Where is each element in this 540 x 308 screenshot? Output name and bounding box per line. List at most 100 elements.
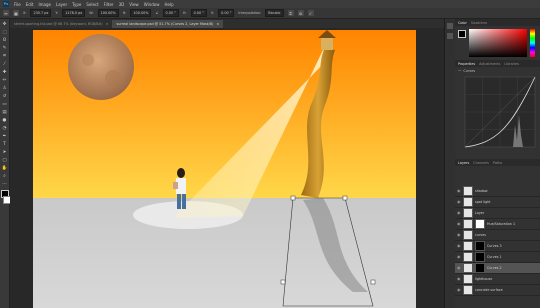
tab-adjustments[interactable]: Adjustments [479, 62, 500, 66]
layer-row[interactable]: ◉ concrete surface [455, 285, 540, 296]
transform-handle[interactable] [370, 279, 376, 285]
shape-tool-icon[interactable]: ▢ [2, 158, 8, 164]
visibility-eye-icon[interactable]: ◉ [457, 255, 461, 259]
zoom-tool-icon[interactable]: ⌕ [2, 174, 8, 180]
layer-name: concrete surface [475, 288, 503, 292]
visibility-eye-icon[interactable]: ◉ [457, 233, 461, 237]
h-label: H: [122, 11, 127, 15]
v-skew-field[interactable]: 0.00 ° [218, 9, 235, 17]
color-picker-field[interactable] [469, 29, 527, 57]
layer-thumbnail [463, 230, 473, 240]
path-select-icon[interactable]: ➤ [2, 150, 8, 156]
menu-type[interactable]: Type [72, 2, 81, 7]
tab-libraries[interactable]: Libraries [504, 62, 519, 66]
height-field[interactable]: 100.00% [130, 9, 152, 17]
visibility-eye-icon[interactable]: ◉ [457, 189, 461, 193]
tab-properties[interactable]: Properties [458, 62, 475, 66]
angle-field[interactable]: 0.00 ° [162, 9, 179, 17]
visibility-eye-icon[interactable]: ◉ [457, 288, 461, 292]
transform-handle[interactable] [280, 279, 286, 285]
visibility-eye-icon[interactable]: ◉ [457, 277, 461, 281]
marquee-tool-icon[interactable]: ⬚ [2, 30, 8, 36]
brush-tool-icon[interactable]: ✏ [2, 78, 8, 84]
hand-tool-icon[interactable]: ✋ [2, 166, 8, 172]
foreground-swatch[interactable] [458, 30, 466, 38]
layer-row[interactable]: ◉ Layer [455, 208, 540, 219]
x-field[interactable]: 235.7 px [30, 9, 52, 17]
transform-handle[interactable] [342, 195, 348, 201]
menu-select[interactable]: Select [86, 2, 98, 7]
layer-name: Curves 3 [487, 244, 502, 248]
visibility-eye-icon[interactable]: ◉ [457, 211, 461, 215]
layer-row[interactable]: ◉ Curves 1 [455, 252, 540, 263]
layer-row[interactable]: ◉ spot light [455, 197, 540, 208]
hue-slider[interactable] [530, 29, 535, 57]
menu-image[interactable]: Image [38, 2, 51, 7]
curves-graph[interactable] [455, 75, 540, 157]
document-tab-1[interactable]: street-sporting-list.psd @ 66.7% (Keywor… [10, 20, 113, 28]
blur-tool-icon[interactable]: ● [2, 118, 8, 124]
eraser-tool-icon[interactable]: ▭ [2, 102, 8, 108]
layer-row[interactable]: ◉ shadow [455, 186, 540, 197]
visibility-eye-icon[interactable]: ◉ [457, 200, 461, 204]
more-tools-icon[interactable]: ⋯ [2, 182, 8, 188]
document-tab-2[interactable]: surreal landscape.psd @ 51.7% (Curves 2,… [112, 20, 224, 28]
warp-icon[interactable]: ⌗ [287, 10, 294, 16]
layer-row[interactable]: ◉ Curves 2 [455, 263, 540, 274]
tab-color[interactable]: Color [458, 21, 467, 25]
reference-point-icon[interactable]: ▦ [13, 10, 19, 16]
tab-paths[interactable]: Paths [493, 161, 502, 165]
interpolation-select[interactable]: Bicubic [265, 9, 284, 17]
layer-row[interactable]: ◉ lighthouse [455, 274, 540, 285]
layer-thumbnail [463, 219, 473, 229]
layers-panel-tabs: Layers Channels Paths [455, 159, 540, 166]
layer-mask-thumbnail[interactable] [475, 252, 485, 262]
history-brush-icon[interactable]: ↺ [2, 94, 8, 100]
crop-tool-icon[interactable]: ⌗ [2, 54, 8, 60]
healing-brush-icon[interactable]: ✚ [2, 70, 8, 76]
layer-mask-thumbnail[interactable] [475, 263, 485, 273]
gradient-tool-icon[interactable]: ▤ [2, 110, 8, 116]
menu-help[interactable]: Help [164, 2, 173, 7]
quick-select-tool-icon[interactable]: ✎ [2, 46, 8, 52]
move-tool-icon[interactable]: ✥ [2, 22, 8, 28]
y-field[interactable]: 1178.0 px [62, 9, 86, 17]
menu-file[interactable]: File [14, 2, 21, 7]
layer-thumbnail [463, 208, 473, 218]
h-skew-field[interactable]: 0.00 ° [190, 9, 207, 17]
cancel-icon[interactable]: ⊘ [297, 10, 304, 16]
pen-tool-icon[interactable]: ✒ [2, 134, 8, 140]
visibility-eye-icon[interactable]: ◉ [457, 244, 461, 248]
lasso-tool-icon[interactable]: ʘ [2, 38, 8, 44]
tab-layers[interactable]: Layers [458, 161, 469, 165]
layer-mask-thumbnail[interactable] [475, 241, 485, 251]
history-icon[interactable] [447, 23, 453, 29]
visibility-eye-icon[interactable]: ◉ [457, 266, 461, 270]
eyedropper-tool-icon[interactable]: ⁄ [2, 62, 8, 68]
visibility-eye-icon[interactable]: ◉ [457, 222, 461, 226]
commit-check-icon[interactable]: ✓ [307, 10, 314, 16]
clone-stamp-icon[interactable]: ♙ [2, 86, 8, 92]
menu-edit[interactable]: Edit [26, 2, 34, 7]
menu-view[interactable]: View [129, 2, 139, 7]
actions-icon[interactable] [447, 33, 453, 39]
layer-row[interactable]: ◉ Curves 3 [455, 241, 540, 252]
layer-row[interactable]: ◉ curves [455, 230, 540, 241]
tab-swatches[interactable]: Swatches [471, 21, 487, 25]
close-icon[interactable]: × [106, 22, 109, 26]
transform-handle[interactable] [290, 195, 296, 201]
layer-row[interactable]: ◉ Hue/Saturation 1 [455, 219, 540, 230]
menu-3d[interactable]: 3D [119, 2, 125, 7]
menu-window[interactable]: Window [144, 2, 160, 7]
layer-mask-thumbnail[interactable] [475, 219, 485, 229]
options-bar: ↔ ▦ X: 235.7 px Y: 1178.0 px W: 100.00% … [0, 8, 540, 19]
dodge-tool-icon[interactable]: ◔ [2, 126, 8, 132]
document-canvas[interactable] [33, 30, 416, 308]
transform-tool-icon[interactable]: ↔ [3, 10, 9, 16]
close-icon[interactable]: × [216, 22, 219, 26]
type-tool-icon[interactable]: T [2, 142, 8, 148]
width-field[interactable]: 100.00% [97, 9, 119, 17]
menu-filter[interactable]: Filter [104, 2, 114, 7]
menu-layer[interactable]: Layer [56, 2, 67, 7]
tab-channels[interactable]: Channels [473, 161, 489, 165]
